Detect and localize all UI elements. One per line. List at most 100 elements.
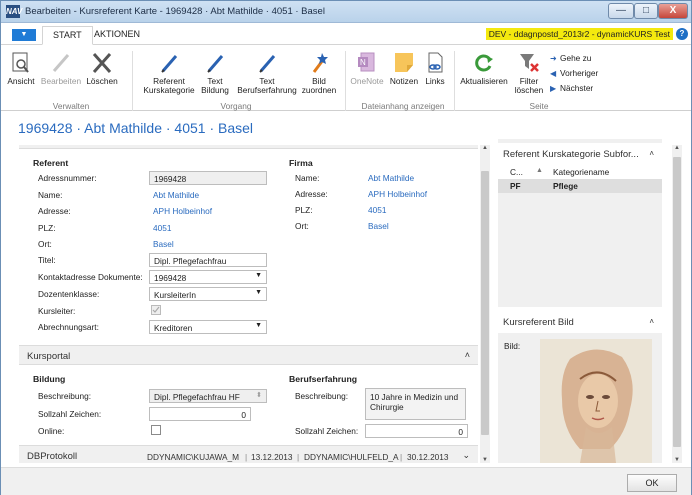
text-bildung-line2: Bildung (201, 85, 229, 95)
firma-name-link[interactable]: Abt Mathilde (368, 173, 414, 183)
bearbeiten-button[interactable]: Bearbeiten (37, 51, 85, 86)
scroll-down-icon[interactable]: ▼ (480, 457, 490, 463)
ort-link[interactable]: Basel (153, 239, 174, 249)
portrait-image (540, 339, 652, 463)
bild-label: Bild: (504, 341, 521, 351)
maximize-button[interactable]: □ (634, 3, 658, 19)
kontaktadresse-select[interactable]: 1969428 ▼ (149, 270, 267, 284)
ref-kat-line2: Kurskategorie (143, 85, 195, 95)
dozentenklasse-value: KursleiterIn (154, 290, 196, 300)
ansicht-button[interactable]: Ansicht (5, 51, 37, 86)
title-bar: NAV Bearbeiten - Kursreferent Karte - 19… (1, 1, 691, 23)
ok-button[interactable]: OK (627, 474, 677, 492)
scroll-down-icon[interactable]: ▼ (672, 457, 682, 463)
dbprotokoll-date2: 30.12.2013 (407, 452, 449, 462)
loeschen-button[interactable]: Löschen (85, 51, 119, 86)
online-label: Online: (38, 426, 65, 436)
triangle-left-icon: ◀ (550, 69, 557, 78)
tab-aktionen[interactable]: AKTIONEN (84, 26, 150, 45)
window: NAV Bearbeiten - Kursreferent Karte - 19… (0, 0, 692, 495)
name-link[interactable]: Abt Mathilde (153, 190, 199, 200)
kursleiter-checkbox[interactable] (151, 305, 161, 315)
abrechnungsart-label: Abrechnungsart: (38, 322, 99, 332)
group-seite: Seite (529, 101, 549, 111)
spin-icon: ⬍ (256, 392, 262, 399)
online-checkbox[interactable] (151, 425, 161, 435)
section-strip-top (19, 145, 478, 149)
pencil-icon (207, 55, 224, 73)
factbox-bild-header[interactable]: Kursreferent Bild ˄ (498, 311, 662, 333)
dbprotokoll-sep: | (245, 452, 248, 462)
table-row[interactable]: PF Pflege (498, 179, 662, 193)
notizen-button[interactable]: Notizen (388, 51, 420, 86)
gehe-zu-button[interactable]: ➜ Gehe zu (550, 53, 591, 63)
bildung-sollzahl-input[interactable]: 0 (149, 407, 251, 421)
note-icon (395, 53, 413, 72)
kursportal-header[interactable]: Kursportal ˄ (19, 345, 478, 365)
scroll-up-icon[interactable]: ▲ (672, 145, 682, 151)
checkmark-icon (152, 306, 160, 313)
firma-ort-link[interactable]: Basel (368, 221, 389, 231)
help-icon[interactable]: ? (676, 28, 688, 40)
beruf-beschreibung-field[interactable]: 10 Jahre in Medizin und Chirurgie (365, 388, 466, 420)
application-menu-button[interactable]: ▼ (12, 29, 36, 41)
scrollbar-thumb[interactable] (673, 157, 681, 447)
collapse-chevron-icon: ˄ (649, 317, 654, 326)
bildung-sollzahl-label: Sollzahl Zeichen: (38, 409, 102, 419)
kursportal-title: Kursportal (27, 351, 71, 362)
factbox-kurskategorie-title: Referent Kurskategorie Subfor... (503, 149, 639, 160)
name-label: Name: (38, 190, 63, 200)
vorheriger-label: Vorheriger (560, 68, 599, 78)
berufserfahrung-heading: Berufserfahrung (289, 374, 358, 384)
kontaktadresse-label: Kontaktadresse Dokumente: (38, 272, 143, 282)
arrow-right-icon: ➜ (550, 54, 557, 63)
firma-name-label: Name: (295, 173, 320, 183)
firma-heading: Firma (289, 158, 313, 168)
adressnummer-field[interactable]: 1969428 (149, 171, 267, 185)
aktualisieren-button[interactable]: Aktualisieren (459, 51, 509, 86)
factbox-kurskategorie-header[interactable]: Referent Kurskategorie Subfor... ˄ (498, 143, 662, 165)
minimize-button[interactable]: — (608, 3, 634, 19)
firma-adresse-link[interactable]: APH Holbeinhof (368, 189, 427, 199)
referent-heading: Referent (33, 158, 69, 168)
group-separator (345, 51, 346, 111)
links-button[interactable]: Links (422, 51, 448, 86)
scrollbar-thumb[interactable] (481, 171, 489, 435)
dozentenklasse-select[interactable]: KursleiterIn ▼ (149, 287, 267, 301)
naechster-button[interactable]: ▶ Nächster (550, 83, 593, 93)
factbox-bild-title: Kursreferent Bild (503, 317, 574, 328)
bild-zuordnen-button[interactable]: Bild zuordnen (301, 51, 337, 95)
group-separator (132, 51, 133, 111)
col-name-header[interactable]: Kategoriename (553, 167, 609, 177)
filter-loeschen-button[interactable]: Filter löschen (513, 51, 545, 95)
factbox-kurskategorie: Referent Kurskategorie Subfor... ˄ C... … (498, 139, 662, 307)
adresse-link[interactable]: APH Holbeinhof (153, 206, 212, 216)
bildung-heading: Bildung (33, 374, 66, 384)
vorheriger-button[interactable]: ◀ Vorheriger (550, 68, 598, 78)
onenote-button[interactable]: N OneNote (349, 51, 385, 86)
chevron-down-icon: ▼ (255, 289, 262, 296)
bildung-beschreibung-field[interactable]: Dipl. Pflegefachfrau HF ⬍ (149, 389, 267, 403)
view-icon (12, 52, 29, 73)
ribbon: Ansicht Bearbeiten Löschen Verwalten Ref… (1, 45, 691, 111)
abrechnungsart-select[interactable]: Kreditoren ▼ (149, 320, 267, 334)
firma-plz-link[interactable]: 4051 (368, 205, 386, 215)
col-code-header[interactable]: C... (510, 167, 523, 177)
plz-link[interactable]: 4051 (153, 223, 171, 233)
window-title: Bearbeiten - Kursreferent Karte - 196942… (25, 6, 325, 17)
bildung-beschreibung-value: Dipl. Pflegefachfrau HF (154, 392, 240, 402)
wand-icon (312, 53, 328, 73)
close-button[interactable]: X (658, 3, 688, 19)
text-berufserfahrung-button[interactable]: Text Berufserfahrung (235, 51, 299, 95)
kursleiter-label: Kursleiter: (38, 306, 76, 316)
link-icon (428, 52, 443, 73)
text-bildung-button[interactable]: Text Bildung (198, 51, 232, 95)
content-scrollbar[interactable]: ▲ ▼ (480, 145, 490, 463)
referent-kurskategorie-button[interactable]: Referent Kurskategorie (143, 51, 195, 95)
factbox-scrollbar[interactable]: ▲ ▼ (672, 145, 682, 463)
beruf-sollzahl-input[interactable]: 0 (365, 424, 468, 438)
dbprotokoll-date1: 13.12.2013 (251, 452, 293, 462)
titel-input[interactable]: Dipl. Pflegefachfrau (149, 253, 267, 267)
scroll-up-icon[interactable]: ▲ (480, 145, 490, 151)
dbprotokoll-header[interactable]: DBProtokoll DDYNAMIC\KUJAWA_M | 13.12.20… (19, 445, 478, 463)
